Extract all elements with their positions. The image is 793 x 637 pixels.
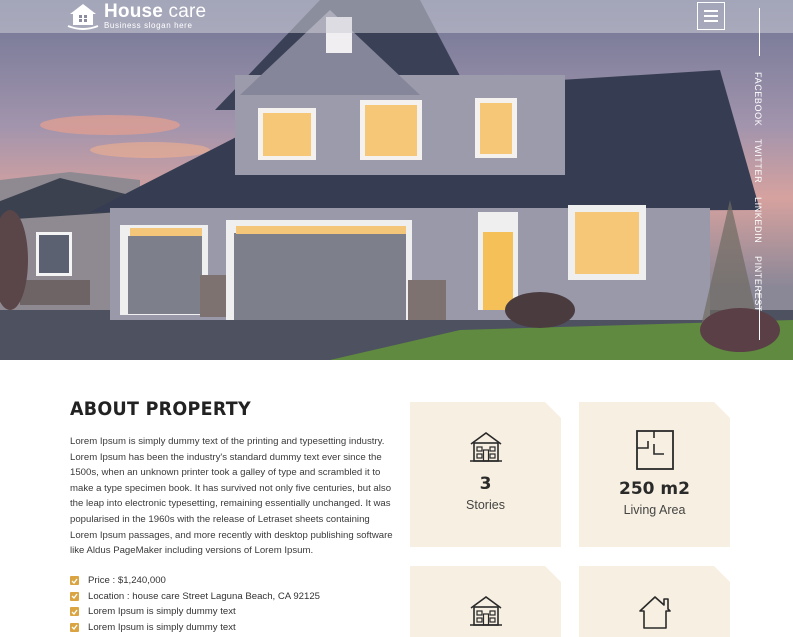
checkbox-icon <box>70 622 79 632</box>
feature-list: Price : $1,240,000 Location : house care… <box>70 573 395 635</box>
feature-location: Location : house care Street Laguna Beac… <box>88 590 321 602</box>
house-icon <box>468 430 504 464</box>
stat-card-3 <box>410 566 561 637</box>
feature-text: Lorem Ipsum is simply dummy text <box>88 606 236 617</box>
list-item: Lorem Ipsum is simply dummy text <box>70 619 395 635</box>
social-divider-top <box>759 8 760 56</box>
about-description: Lorem Ipsum is simply dummy text of the … <box>70 436 393 557</box>
stat-card-stories: 3 Stories <box>410 402 561 547</box>
logo[interactable]: House care Business slogan here <box>66 1 206 31</box>
logo-title-light: care <box>163 1 207 22</box>
hero-house-illustration <box>0 0 793 360</box>
list-item: Lorem Ipsum is simply dummy text <box>70 604 395 620</box>
logo-title-bold: House <box>104 1 164 22</box>
living-area-value: 250 m2 <box>619 479 690 499</box>
feature-text: Lorem Ipsum is simply dummy text <box>88 621 236 633</box>
living-area-label: Living Area <box>623 503 686 517</box>
logo-title: House care <box>104 2 206 21</box>
social-facebook-link[interactable]: FACEBOOK <box>753 72 763 126</box>
social-links: FACEBOOK TWITTER LINKEDIN PINTEREST <box>753 72 767 325</box>
list-item: Location : house care Street Laguna Beac… <box>70 588 395 604</box>
house-logo-icon <box>67 4 99 30</box>
stories-value: 3 <box>479 474 492 494</box>
social-pinterest-link[interactable]: PINTEREST <box>753 256 763 312</box>
hero-banner: House care Business slogan here FACEBOOK… <box>0 0 793 360</box>
social-twitter-link[interactable]: TWITTER <box>753 139 763 183</box>
logo-slogan: Business slogan here <box>104 21 193 30</box>
stat-card-4 <box>579 566 730 637</box>
stories-label: Stories <box>466 498 505 512</box>
checkbox-icon <box>70 607 79 616</box>
social-linkedin-link[interactable]: LINKEDIN <box>753 197 763 243</box>
feature-price: Price : $1,240,000 <box>88 575 166 586</box>
menu-button[interactable] <box>697 2 725 30</box>
checkbox-icon <box>70 576 79 585</box>
house-icon <box>468 594 504 628</box>
hamburger-icon <box>704 10 718 22</box>
stat-card-living-area: 250 m2 Living Area <box>579 402 730 547</box>
floorplan-icon <box>636 430 674 470</box>
section-title: ABOUT PROPERTY <box>70 398 251 420</box>
list-item: Price : $1,240,000 <box>70 573 395 589</box>
about-property-section: ABOUT PROPERTY Lorem Ipsum is simply dum… <box>70 398 395 635</box>
top-navigation-bar: House care Business slogan here <box>0 0 793 33</box>
checkbox-icon <box>70 591 79 601</box>
home-outline-icon <box>637 594 673 630</box>
